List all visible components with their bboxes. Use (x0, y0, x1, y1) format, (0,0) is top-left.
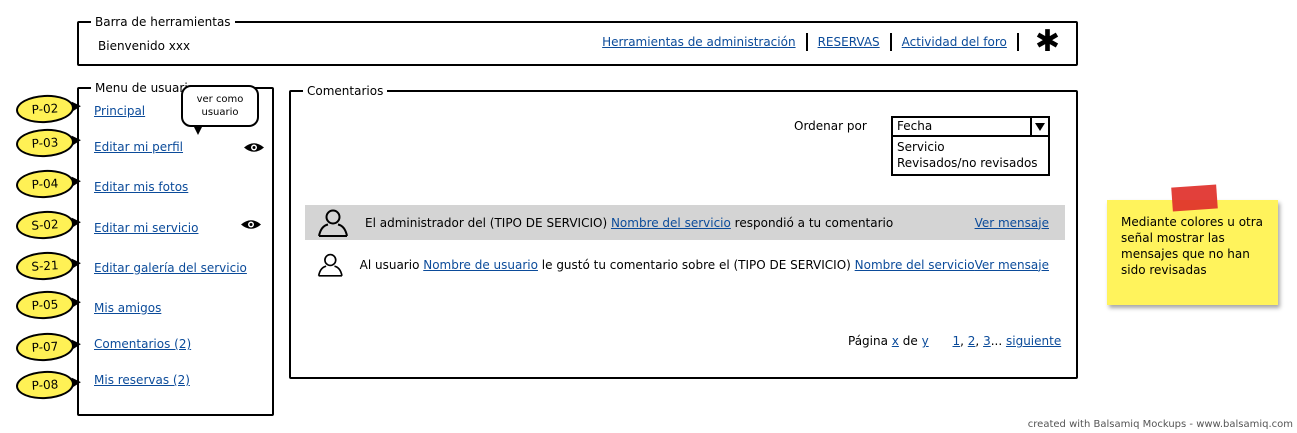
sort-selected-value: Fecha (897, 119, 933, 133)
eye-icon[interactable] (240, 218, 262, 231)
page-tag: P-05 (15, 289, 75, 321)
comment-row-unread: El administrador del (TIPO DE SERVICIO) … (305, 205, 1065, 240)
eye-icon[interactable] (243, 141, 265, 154)
pagination: Página x de y 1, 2, 3... siguiente (848, 334, 1062, 348)
total-pages-link[interactable]: y (922, 334, 929, 348)
comment-row: Al usuario Nombre de usuario le gustó tu… (305, 247, 1065, 282)
comment-message: Al usuario Nombre de usuario le gustó tu… (360, 258, 975, 272)
user-menu-panel: Menu de usuario Principal Editar mi perf… (77, 80, 274, 416)
view-as-user-callout: ver como usuario (181, 85, 259, 135)
page-tag: S-02 (15, 209, 75, 241)
toolbar-legend: Barra de herramientas (91, 14, 235, 30)
view-message-link[interactable]: Ver mensaje (975, 258, 1049, 272)
reservations-link[interactable]: RESERVAS (818, 35, 880, 49)
view-message-link[interactable]: Ver mensaje (975, 216, 1049, 230)
user-icon (318, 209, 348, 237)
message-text: respondió a tu comentario (730, 215, 894, 230)
nav-separator (889, 33, 892, 51)
menu-item-principal[interactable]: Principal (94, 104, 145, 118)
user-icon (317, 253, 343, 277)
pagination-ellipsis: ... (990, 334, 1003, 348)
nav-separator (1016, 33, 1019, 51)
footer-credit: created with Balsamiq Mockups - www.bals… (1027, 419, 1293, 430)
page-tag: P-04 (15, 168, 75, 200)
sort-select[interactable]: Fecha (891, 116, 1050, 137)
menu-item-reservations[interactable]: Mis reservas (2) (94, 373, 190, 387)
menu-item-edit-photos[interactable]: Editar mis fotos (94, 180, 188, 194)
message-text: Al usuario (359, 257, 424, 272)
service-name-link[interactable]: Nombre del servicio (611, 216, 731, 230)
menu-item-service-gallery[interactable]: Editar galería del servicio (94, 261, 247, 275)
sort-option[interactable]: Revisados/no revisados (897, 155, 1044, 171)
top-navigation: Herramientas de administración RESERVAS … (602, 27, 1060, 57)
menu-item-comments[interactable]: Comentarios (2) (94, 337, 191, 351)
forum-activity-link[interactable]: Actividad del foro (902, 35, 1007, 49)
page-tag: P-02 (15, 93, 75, 125)
welcome-text: Bienvenido xxx (98, 39, 191, 53)
message-text: le gustó tu comentario sobre el (TIPO DE… (537, 257, 855, 272)
toolbar-panel: Barra de herramientas Bienvenido xxx Her… (77, 14, 1078, 66)
admin-tools-link[interactable]: Herramientas de administración (602, 35, 795, 49)
next-page-link[interactable]: siguiente (1006, 334, 1061, 348)
chevron-down-icon[interactable] (1030, 118, 1048, 135)
comment-message: El administrador del (TIPO DE SERVICIO) … (365, 216, 975, 230)
page-link-2[interactable]: 2 (968, 334, 976, 348)
page-link-1[interactable]: 1 (953, 334, 961, 348)
menu-item-friends[interactable]: Mis amigos (94, 301, 161, 315)
tape (1171, 184, 1218, 212)
page-link-3[interactable]: 3 (983, 334, 991, 348)
menu-item-edit-profile[interactable]: Editar mi perfil (94, 140, 183, 154)
sort-options-list: Servicio Revisados/no revisados (891, 137, 1050, 176)
page-tag: P-08 (15, 369, 75, 401)
comments-legend: Comentarios (303, 83, 388, 99)
page-label: Página (848, 334, 888, 348)
sort-option[interactable]: Servicio (897, 139, 1044, 155)
comments-panel: Comentarios Ordenar por Fecha Servicio R… (289, 83, 1078, 379)
service-name-link[interactable]: Nombre del servicio (855, 258, 975, 272)
sort-label: Ordenar por (794, 119, 867, 133)
message-text: El administrador del (TIPO DE SERVICIO) (365, 215, 611, 230)
menu-item-edit-service[interactable]: Editar mi servicio (94, 221, 198, 235)
nav-separator (805, 33, 808, 51)
user-name-link[interactable]: Nombre de usuario (423, 258, 538, 272)
asterisk-icon[interactable]: ✱ (1035, 27, 1060, 57)
of-label: de (902, 334, 918, 348)
current-page-link[interactable]: x (892, 334, 899, 348)
page-tag: S-21 (15, 250, 75, 282)
page-tag: P-07 (15, 331, 75, 363)
page-tag: P-03 (15, 127, 75, 159)
sticky-note: Mediante colores u otra señal mostrar la… (1107, 200, 1278, 305)
